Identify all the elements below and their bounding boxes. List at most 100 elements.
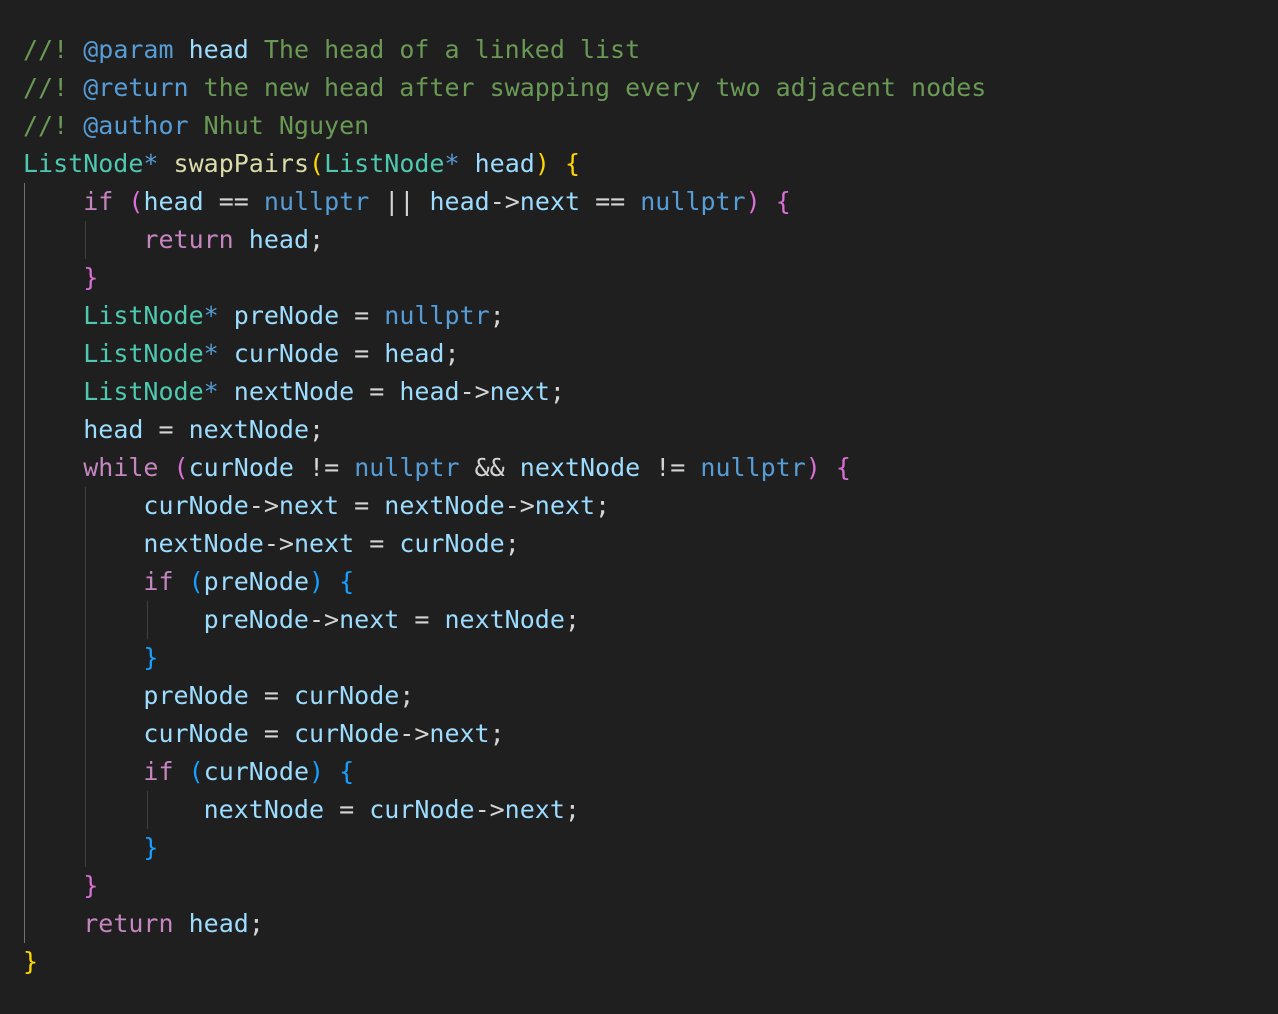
code-line[interactable]: head = nextNode; xyxy=(23,411,1278,449)
identifier: next xyxy=(519,187,581,216)
doc-tag: @param xyxy=(83,35,174,64)
type-name: ListNode xyxy=(23,149,144,178)
identifier: head xyxy=(143,187,204,216)
code-line[interactable]: //! @param head The head of a linked lis… xyxy=(23,31,1278,69)
identifier: next xyxy=(293,529,355,558)
operator: -> xyxy=(263,529,294,558)
code-line[interactable]: } xyxy=(23,943,1278,981)
operator: != xyxy=(293,453,355,482)
operator: = xyxy=(324,795,370,824)
indent-guide xyxy=(85,753,87,791)
code-line[interactable]: } xyxy=(23,639,1278,677)
punctuation: ; xyxy=(489,719,505,748)
code-line[interactable]: nextNode->next = curNode; xyxy=(23,525,1278,563)
indent-guide xyxy=(146,601,148,639)
comment-text: The head of a linked list xyxy=(248,35,641,64)
bracket: { xyxy=(564,149,581,178)
keyword: * xyxy=(143,149,159,178)
indent-guide xyxy=(24,525,25,563)
operator: -> xyxy=(489,187,520,216)
code-line[interactable]: ListNode* preNode = nullptr; xyxy=(23,297,1278,335)
identifier: next xyxy=(339,605,400,634)
indentation xyxy=(23,719,143,748)
code-line[interactable]: return head; xyxy=(23,905,1278,943)
code-line[interactable]: //! @author Nhut Nguyen xyxy=(23,107,1278,145)
code-line[interactable]: curNode = curNode->next; xyxy=(23,715,1278,753)
code-line[interactable]: curNode->next = nextNode->next; xyxy=(23,487,1278,525)
operator xyxy=(460,149,475,178)
operator xyxy=(113,187,128,216)
bracket: ) xyxy=(309,757,325,786)
identifier: head xyxy=(429,187,490,216)
indent-guide xyxy=(146,791,148,829)
indent-guide xyxy=(85,601,87,639)
code-body[interactable]: //! @param head The head of a linked lis… xyxy=(23,31,1278,981)
identifier: curNode xyxy=(203,757,310,786)
identifier: curNode xyxy=(188,453,294,482)
code-line[interactable]: } xyxy=(23,867,1278,905)
punctuation: ; xyxy=(595,491,611,520)
code-line[interactable]: ListNode* curNode = head; xyxy=(23,335,1278,373)
operator xyxy=(324,757,339,786)
indent-guide xyxy=(24,791,25,829)
indent-guide xyxy=(24,411,25,449)
comment-text xyxy=(174,35,189,64)
identifier: next xyxy=(278,491,340,520)
indent-guide xyxy=(24,829,25,867)
code-line[interactable]: preNode->next = nextNode; xyxy=(23,601,1278,639)
operator xyxy=(219,339,234,368)
operator: = xyxy=(339,339,385,368)
code-line[interactable]: if (head == nullptr || head->next == nul… xyxy=(23,183,1278,221)
code-line[interactable]: //! @return the new head after swapping … xyxy=(23,69,1278,107)
code-line[interactable]: return head; xyxy=(23,221,1278,259)
code-line[interactable]: while (curNode != nullptr && nextNode !=… xyxy=(23,449,1278,487)
operator: = xyxy=(339,491,385,520)
bracket: { xyxy=(339,757,355,786)
operator: = xyxy=(143,415,189,444)
punctuation: ; xyxy=(309,225,325,254)
indentation xyxy=(23,301,83,330)
indent-guide xyxy=(24,563,25,601)
punctuation: ; xyxy=(564,795,580,824)
operator: != xyxy=(640,453,701,482)
indent-guide xyxy=(24,601,25,639)
indent-guide xyxy=(85,829,87,867)
bracket: ( xyxy=(128,187,144,216)
parameter-name: head xyxy=(474,149,535,178)
indentation xyxy=(23,415,83,444)
doc-tag: @author xyxy=(83,111,189,140)
code-line[interactable]: } xyxy=(23,259,1278,297)
code-line[interactable]: if (curNode) { xyxy=(23,753,1278,791)
operator: = xyxy=(248,681,294,710)
identifier: curNode xyxy=(143,719,249,748)
operator: || xyxy=(369,187,430,216)
code-line[interactable]: ListNode* nextNode = head->next; xyxy=(23,373,1278,411)
bracket: { xyxy=(835,453,851,482)
identifier: head xyxy=(248,225,310,254)
indent-guide xyxy=(24,677,25,715)
identifier: preNode xyxy=(233,301,340,330)
punctuation: ; xyxy=(489,301,505,330)
comment-text: //! xyxy=(23,73,84,102)
indent-guide xyxy=(85,221,87,259)
operator xyxy=(761,187,776,216)
indentation xyxy=(23,339,83,368)
type-name: ListNode xyxy=(324,149,445,178)
operator xyxy=(174,909,189,938)
code-line[interactable]: } xyxy=(23,829,1278,867)
code-line[interactable]: if (preNode) { xyxy=(23,563,1278,601)
keyword: nullptr xyxy=(384,301,490,330)
keyword: * xyxy=(203,339,219,368)
identifier: preNode xyxy=(203,605,309,634)
punctuation: ; xyxy=(444,339,460,368)
indentation xyxy=(23,567,143,596)
bracket: ) xyxy=(805,453,821,482)
code-editor[interactable]: //! @param head The head of a linked lis… xyxy=(0,0,1278,1014)
doc-param-name: head xyxy=(188,35,249,64)
code-line[interactable]: ListNode* swapPairs(ListNode* head) { xyxy=(23,145,1278,183)
identifier: head xyxy=(188,909,249,938)
code-line[interactable]: preNode = curNode; xyxy=(23,677,1278,715)
indent-guide xyxy=(85,487,87,525)
operator xyxy=(219,377,234,406)
code-line[interactable]: nextNode = curNode->next; xyxy=(23,791,1278,829)
